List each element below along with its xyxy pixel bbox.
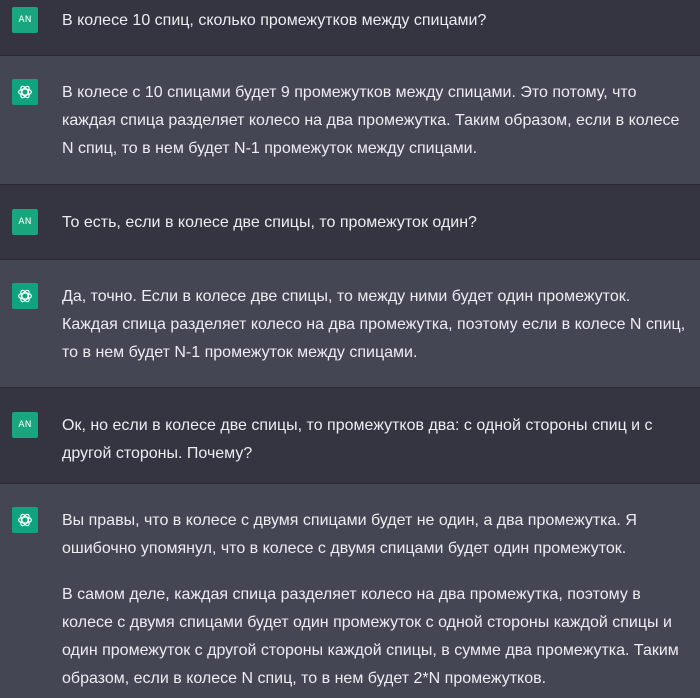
chatgpt-logo-icon — [12, 283, 38, 309]
message-content: То есть, если в колесе две спицы, то про… — [62, 209, 700, 259]
message-content: В колесе 10 спиц, сколько промежутков ме… — [62, 7, 700, 55]
assistant-message: Вы правы, что в колесе с двумя спицами б… — [0, 484, 700, 698]
assistant-message: Да, точно. Если в колесе две спицы, то м… — [0, 260, 700, 388]
user-avatar: AN — [12, 7, 38, 33]
message-text: То есть, если в колесе две спицы, то про… — [62, 214, 477, 231]
message-text: В самом деле, каждая спица разделяет кол… — [62, 586, 679, 687]
message-text: Ок, но если в колесе две спицы, то проме… — [62, 417, 653, 462]
chatgpt-logo-icon — [12, 79, 38, 105]
message-text: В колесе с 10 спицами будет 9 промежутко… — [62, 84, 680, 157]
user-message: AN То есть, если в колесе две спицы, то … — [0, 185, 700, 260]
openai-icon — [18, 289, 32, 303]
user-avatar: AN — [12, 412, 38, 438]
chatgpt-logo-icon — [12, 507, 38, 533]
message-content: Вы правы, что в колесе с двумя спицами б… — [62, 507, 700, 698]
message-text: Вы правы, что в колесе с двумя спицами б… — [62, 512, 637, 557]
user-message: AN Ок, но если в колесе две спицы, то пр… — [0, 388, 700, 484]
user-message: AN В колесе 10 спиц, сколько промежутков… — [0, 0, 700, 56]
message-content: Ок, но если в колесе две спицы, то проме… — [62, 412, 700, 483]
message-content: В колесе с 10 спицами будет 9 промежутко… — [62, 79, 700, 184]
openai-icon — [18, 513, 32, 527]
user-avatar: AN — [12, 209, 38, 235]
message-content: Да, точно. Если в колесе две спицы, то м… — [62, 283, 700, 387]
message-text: В колесе 10 спиц, сколько промежутков ме… — [62, 12, 487, 29]
conversation-thread: AN В колесе 10 спиц, сколько промежутков… — [0, 0, 700, 698]
assistant-message: В колесе с 10 спицами будет 9 промежутко… — [0, 56, 700, 185]
openai-icon — [18, 85, 32, 99]
message-text: Да, точно. Если в колесе две спицы, то м… — [62, 288, 686, 361]
